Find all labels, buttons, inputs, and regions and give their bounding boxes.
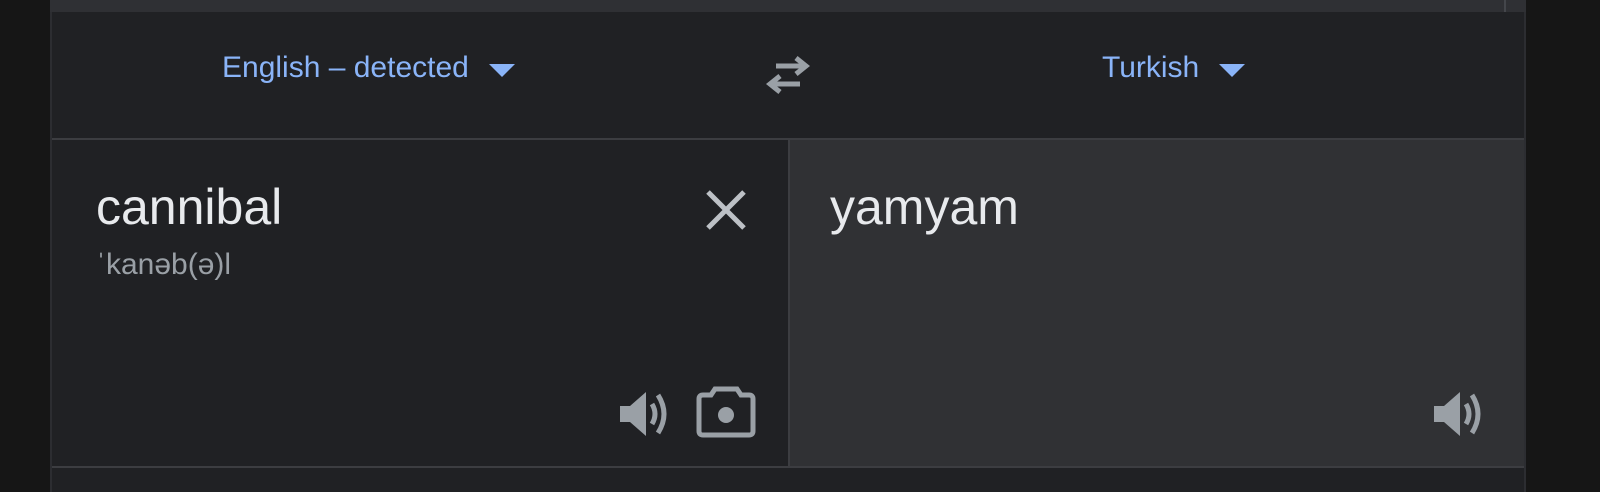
caret-down-icon	[1219, 63, 1246, 77]
source-panel[interactable]: cannibal ˈkanəb(ə)l	[52, 140, 788, 466]
target-panel: yamyam	[788, 140, 1524, 466]
close-icon	[706, 190, 746, 230]
swap-languages-button[interactable]	[758, 52, 818, 100]
camera-input-button[interactable]	[694, 380, 758, 444]
swap-arrows-icon	[765, 56, 811, 94]
source-language-label: English – detected	[222, 51, 469, 84]
clear-source-button[interactable]	[700, 184, 752, 236]
caret-down-icon	[488, 63, 515, 77]
speaker-icon	[1434, 392, 1481, 436]
language-bar: English – detected Turkish	[52, 12, 1524, 140]
bottom-area	[52, 468, 1524, 492]
translated-text: yamyam	[830, 179, 1019, 235]
target-language-label: Turkish	[1102, 51, 1200, 84]
listen-source-button[interactable]	[614, 382, 678, 446]
target-language-selector[interactable]: Turkish	[1102, 48, 1246, 88]
source-text[interactable]: cannibal	[96, 178, 282, 236]
listen-target-button[interactable]	[1428, 382, 1492, 446]
source-language-selector[interactable]: English – detected	[222, 48, 515, 88]
left-gutter	[0, 0, 50, 492]
scroll-notch	[1504, 0, 1506, 12]
translate-card: English – detected Turkish cannibal ˈkan…	[50, 12, 1526, 492]
speaker-icon	[620, 392, 667, 436]
camera-icon	[696, 386, 756, 438]
translation-panels: cannibal ˈkanəb(ə)l yamyam	[52, 140, 1524, 466]
right-gutter	[1526, 0, 1600, 492]
source-phonetic: ˈkanəb(ə)l	[96, 248, 232, 281]
